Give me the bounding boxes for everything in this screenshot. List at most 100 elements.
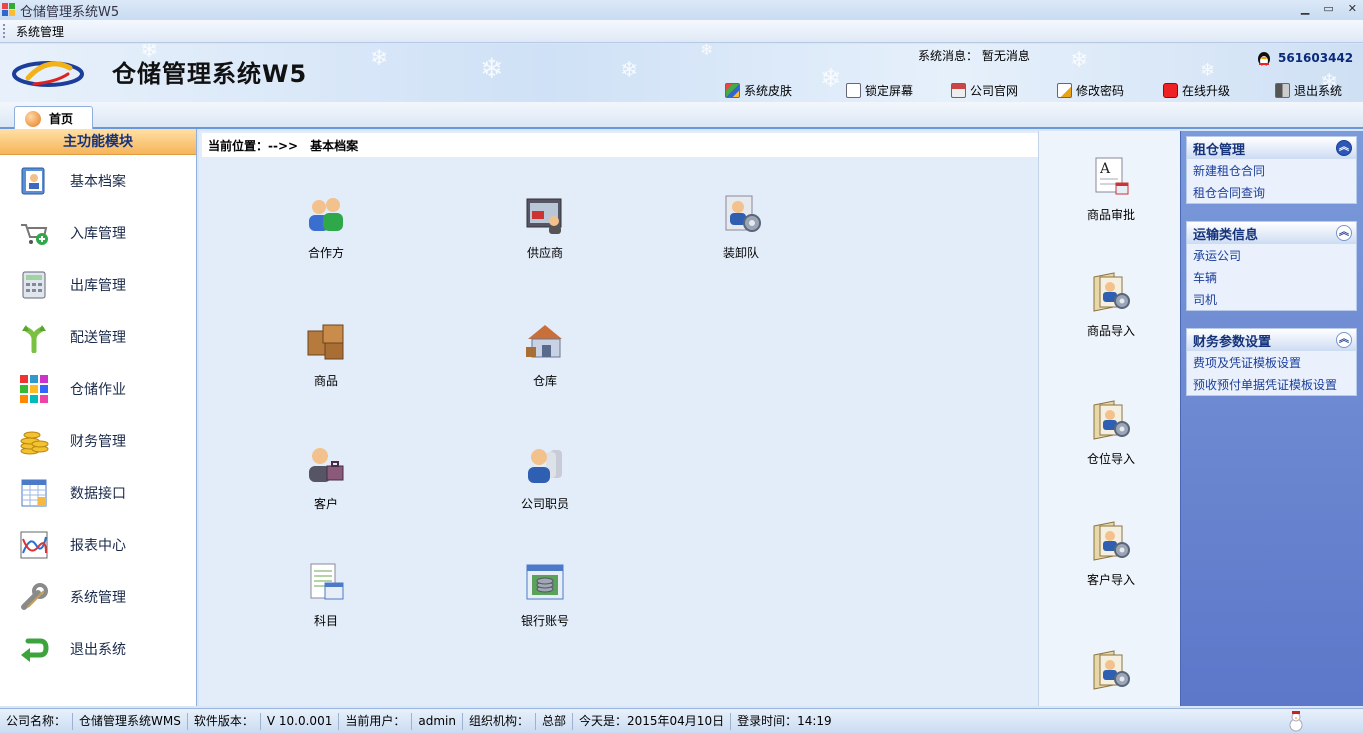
link-carrier[interactable]: 承运公司 [1187,244,1356,266]
chart-icon [20,531,48,559]
group-rental-header[interactable]: 租仓管理 ︽ [1187,137,1356,159]
status-user-value: admin [412,712,463,730]
nav-item-inbound[interactable]: 入库管理 [0,207,196,259]
qq-penguin-icon [1258,52,1270,66]
status-login-time: 登录时间：14:19 [737,713,832,728]
online-upgrade-button[interactable]: 在线升级 [1163,82,1230,99]
status-bar: 公司名称： 仓储管理系统WMS 软件版本： V 10.0.001 当前用户： a… [0,708,1363,733]
lock-screen-icon [846,83,861,98]
status-today: 今天是：2015年04月10日 [573,712,732,730]
nav-item-finance[interactable]: 财务管理 [0,415,196,467]
status-version-label: 软件版本： [188,712,261,730]
skin-icon [725,83,740,98]
nav-item-outbound[interactable]: 出库管理 [0,259,196,311]
module-warehouse[interactable]: 仓库 [495,321,595,389]
action-goods-import[interactable]: 商品导入 [1061,271,1161,339]
status-company-value: 仓储管理系统WMS [73,712,188,730]
nav-item-report-center[interactable]: 报表中心 [0,519,196,571]
upgrade-icon [1163,83,1178,98]
module-loading-team[interactable]: 装卸队 [691,193,791,261]
main-function-title: 主功能模块 [0,129,196,155]
content-area: 当前位置：-->> 基本档案 合作方 供应商 装卸队 商品 仓库 客户 公司职员… [199,131,1038,706]
window-title: 仓储管理系统W5 [20,4,120,20]
collapse-chevron-icon[interactable]: ︽ [1336,332,1352,348]
exit-system-button[interactable]: 退出系统 [1275,82,1342,99]
status-org-label: 组织机构： [463,712,536,730]
status-user-label: 当前用户： [339,712,413,730]
module-partners[interactable]: 合作方 [276,193,376,261]
close-icon[interactable]: ✕ [1348,2,1357,15]
module-staff[interactable]: 公司职员 [495,444,595,512]
goods-boxes-icon [307,324,344,360]
import-icon [1093,400,1130,440]
archive-icon [21,167,45,195]
collapse-chevron-icon[interactable]: ︽ [1336,225,1352,241]
tab-home[interactable]: 首页 [14,106,93,130]
minimize-icon[interactable]: ▁ [1301,2,1309,15]
action-import-more[interactable] [1061,649,1161,700]
lock-screen-button[interactable]: 锁定屏幕 [846,82,913,99]
action-customer-import[interactable]: 客户导入 [1061,520,1161,588]
import-column: A 商品审批 商品导入 仓位导入 客户导入 [1038,131,1180,706]
import-icon [1093,650,1130,690]
return-arrow-icon [21,638,49,662]
group-transport-header[interactable]: 运输类信息 ︽ [1187,222,1356,244]
nav-item-exit[interactable]: 退出系统 [0,623,196,675]
status-org-value: 总部 [536,712,573,730]
menu-item-system[interactable]: 系统管理 [16,23,64,40]
system-message-value: 暂无消息 [981,49,1030,63]
link-vehicle[interactable]: 车辆 [1187,266,1356,288]
maximize-icon[interactable]: ▭ [1323,2,1333,15]
group-finance-header[interactable]: 财务参数设置 ︽ [1187,329,1356,351]
link-rental-contract-query[interactable]: 租仓合同查询 [1187,181,1356,203]
svg-text:A: A [1099,161,1111,177]
module-customer[interactable]: 客户 [276,444,376,512]
nav-item-data-interface[interactable]: 数据接口 [0,467,196,519]
calculator-icon [22,271,46,299]
group-finance-params: 财务参数设置 ︽ 费项及凭证模板设置 预收预付单据凭证模板设置 [1186,328,1357,396]
approval-icon: A [1095,157,1129,195]
title-bar: 仓储管理系统W5 ▁ ▭ ✕ [0,0,1363,20]
home-icon [951,83,966,98]
nav-item-storage-ops[interactable]: 仓储作业 [0,363,196,415]
import-icon [1093,272,1130,312]
partners-icon [309,198,343,231]
action-goods-approval[interactable]: A 商品审批 [1061,155,1161,223]
snowman-icon [1289,711,1303,732]
home-tab-icon [25,110,41,127]
qq-contact[interactable]: 561603442 [1256,49,1353,67]
qq-number: 561603442 [1278,51,1354,65]
change-password-button[interactable]: 修改密码 [1057,82,1124,99]
module-bank-account[interactable]: 银行账号 [495,561,595,629]
module-goods[interactable]: 商品 [276,321,376,389]
nav-item-basic-archive[interactable]: 基本档案 [0,155,196,207]
skin-button[interactable]: 系统皮肤 [725,82,792,99]
menu-bar: 系统管理 [0,20,1363,43]
collapse-chevron-icon[interactable]: ︽ [1336,140,1352,156]
nav-item-delivery[interactable]: 配送管理 [0,311,196,363]
header-banner: ❄ ❄ ❄ ❄ ❄ ❄ ❄ ❄ ❄ 仓储管理系统W5 系统消息： 暂无消息 56… [0,44,1363,102]
import-icon [1093,521,1130,561]
link-new-rental-contract[interactable]: 新建租仓合同 [1187,159,1356,181]
group-rental: 租仓管理 ︽ 新建租仓合同 租仓合同查询 [1186,136,1357,204]
link-prepaid-voucher-template[interactable]: 预收预付单据凭证模板设置 [1187,373,1356,395]
nav-item-system-management[interactable]: 系统管理 [0,571,196,623]
fork-arrow-icon [22,325,46,353]
supplier-icon [526,198,562,234]
staff-icon [528,449,562,483]
link-fee-voucher-template[interactable]: 费项及凭证模板设置 [1187,351,1356,373]
menu-grip [3,24,6,38]
link-driver[interactable]: 司机 [1187,288,1356,310]
bank-account-icon [526,564,564,600]
status-version-value: V 10.0.001 [261,712,340,730]
company-site-button[interactable]: 公司官网 [951,82,1018,99]
action-location-import[interactable]: 仓位导入 [1061,399,1161,467]
cart-add-icon [21,224,48,245]
spreadsheet-icon [21,479,47,507]
module-subject[interactable]: 科目 [276,561,376,629]
breadcrumb-current: 基本档案 [310,138,359,153]
loading-team-icon [725,195,761,232]
module-supplier[interactable]: 供应商 [495,193,595,261]
quick-links-panel: 租仓管理 ︽ 新建租仓合同 租仓合同查询 运输类信息 ︽ 承运公司 车辆 司机 … [1180,131,1363,706]
wrench-icon [21,583,48,610]
